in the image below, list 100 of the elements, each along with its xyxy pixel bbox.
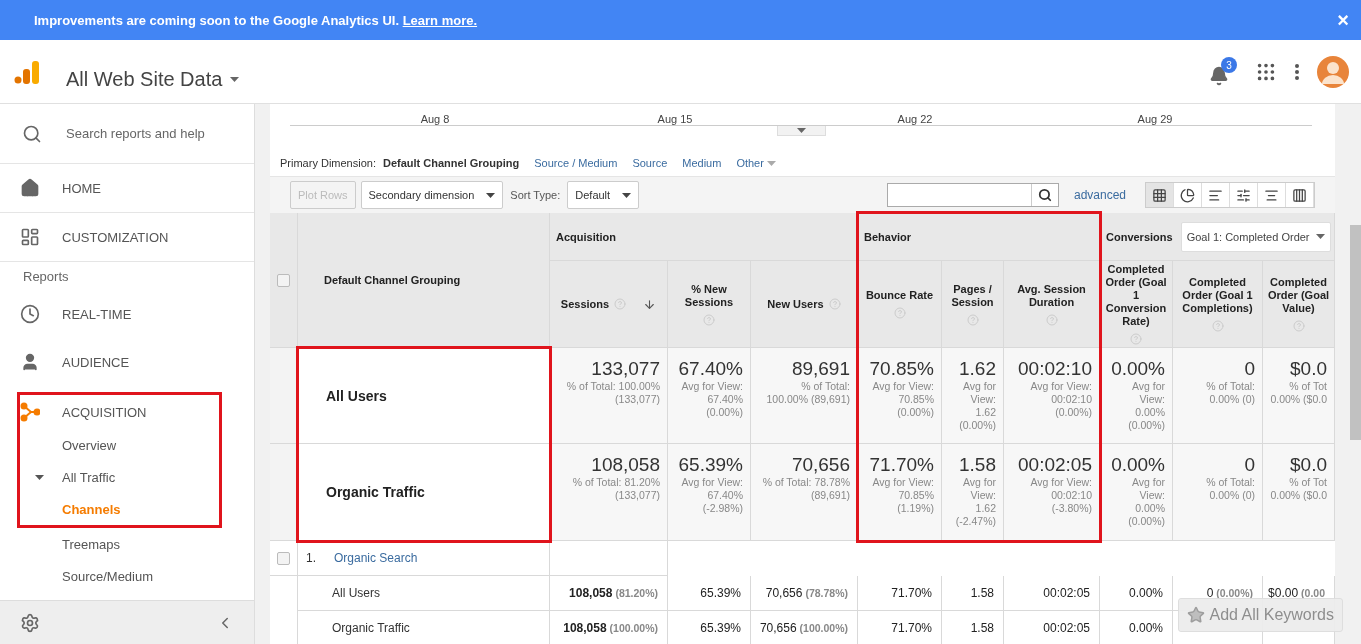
column-header[interactable]: Completed Order (Goal 1 Completions) xyxy=(1173,261,1263,348)
caret-icon xyxy=(230,77,240,82)
caret-icon xyxy=(622,192,632,198)
nav-link[interactable]: AUDIENCE xyxy=(62,354,130,370)
view-button[interactable] xyxy=(1230,183,1258,207)
dimension-link[interactable]: Source / Medium xyxy=(534,157,618,169)
table-cell: 0.00% xyxy=(1100,576,1173,611)
view-button[interactable] xyxy=(1286,183,1314,207)
dashboard-icon xyxy=(20,227,40,247)
logo-icon xyxy=(14,58,40,85)
branch-icon xyxy=(20,402,40,422)
section-label: Reports xyxy=(22,267,70,286)
table-cell: $0.0 % of Tot 0.00% ($0.0 xyxy=(1263,444,1335,541)
table-cell: 65.39% Avg for View: 67.40% (-2.98%) xyxy=(668,444,751,541)
banner-text: Improvements are coming soon to the Google Analytics UI. Learn more. xyxy=(34,12,478,28)
table-cell: 0.00% Avg for View: 0.00% (0.00%) xyxy=(1100,444,1173,541)
table-cell: 1.58 Avg for View: 1.62 (-2.47%) xyxy=(942,444,1004,541)
view-button[interactable] xyxy=(1146,183,1174,207)
nav-link[interactable]: Overview xyxy=(62,437,117,453)
sort-type-label: Sort Type: xyxy=(510,189,561,201)
table-cell: 65.39% xyxy=(668,576,751,611)
group-header: Acquisition xyxy=(550,213,858,261)
table-icon xyxy=(1152,187,1167,203)
table-cell: 0 % of Total: 0.00% (0) xyxy=(1173,348,1263,444)
column-header[interactable]: New Users xyxy=(751,261,858,348)
home-icon xyxy=(20,178,40,198)
view-button[interactable] xyxy=(1202,183,1230,207)
nav-link[interactable]: REAL-TIME xyxy=(62,306,132,322)
row-number: 1. xyxy=(306,551,316,565)
dimension-menu[interactable]: Other xyxy=(736,157,776,169)
checkbox[interactable] xyxy=(277,551,290,565)
table-cell: 108,058 % of Total: 81.20% (133,077) xyxy=(550,444,668,541)
group-header: Conversions Goal 1: Completed Order xyxy=(1100,213,1335,261)
table-cell: 1.62 Avg for View: 1.62 (0.00%) xyxy=(942,348,1004,444)
view-button[interactable] xyxy=(1258,183,1286,207)
table-search-field[interactable] xyxy=(886,183,1059,207)
nav-link[interactable]: HOME xyxy=(62,180,101,196)
close-button[interactable]: × xyxy=(1333,8,1353,32)
nav-link[interactable]: Treemaps xyxy=(62,536,121,552)
nav-link[interactable]: All Traffic xyxy=(62,469,116,485)
table-cell: 133,077 % of Total: 100.00% (133,077) xyxy=(550,348,668,444)
nav-link[interactable]: Source/Medium xyxy=(62,568,154,584)
dimension-link[interactable]: Source xyxy=(632,157,668,169)
table-cell: 0.00% Avg for View: 0.00% (0.00%) xyxy=(1100,348,1173,444)
table-cell: 70.85% Avg for View: 70.85% (0.00%) xyxy=(858,348,942,444)
table-cell: 67.40% Avg for View: 67.40% (0.00%) xyxy=(668,348,751,444)
table-cell: 71.70% xyxy=(858,576,942,611)
search-icon xyxy=(22,123,42,144)
table-cell: 00:02:10 Avg for View: 00:02:10 (0.00%) xyxy=(1004,348,1100,444)
caret-icon xyxy=(766,160,776,166)
column-header[interactable]: Pages / Session xyxy=(942,261,1004,348)
view-button[interactable] xyxy=(1174,183,1202,207)
caret-icon xyxy=(486,192,496,198)
dimension-link[interactable]: Default Channel Grouping xyxy=(382,157,520,169)
search-icon xyxy=(1037,188,1052,202)
table-cell: 108,058 (81.20%) xyxy=(550,576,668,611)
notification-badge: 3 xyxy=(1221,57,1237,73)
column-header[interactable]: Sessions xyxy=(550,261,668,348)
notifications-button[interactable]: 3 xyxy=(1209,57,1237,86)
clock-icon xyxy=(20,304,40,324)
bar-chart-icon xyxy=(1208,187,1223,203)
avatar[interactable] xyxy=(1317,55,1349,88)
checkbox[interactable] xyxy=(277,273,290,287)
nav-link[interactable]: CUSTOMIZATION xyxy=(62,229,169,245)
sliders-icon xyxy=(1236,187,1251,203)
settings-icon[interactable] xyxy=(20,612,40,633)
table-cell: All Users xyxy=(298,576,550,611)
dimension-link[interactable]: Medium xyxy=(682,157,722,169)
table-cell: 70,656 % of Total: 78.78% (89,691) xyxy=(751,444,858,541)
table-cell: 00:02:05 xyxy=(1004,576,1100,611)
column-header[interactable]: % New Sessions xyxy=(668,261,751,348)
row-link[interactable]: Organic Search xyxy=(334,551,418,565)
lines-icon xyxy=(1264,187,1279,203)
header-cell: Default Channel Grouping xyxy=(298,213,550,348)
table-cell: 71.70% Avg for View: 70.85% (1.19%) xyxy=(858,444,942,541)
column-header[interactable]: Completed Order (Goal 1 Conversion Rate) xyxy=(1100,261,1173,348)
column-header[interactable]: Completed Order (Goal Value) xyxy=(1263,261,1335,348)
table-cell: 00:02:05 Avg for View: 00:02:10 (-3.80%) xyxy=(1004,444,1100,541)
column-header[interactable]: Bounce Rate xyxy=(858,261,942,348)
axis-label: Aug 22 xyxy=(896,113,934,125)
column-header[interactable]: Avg. Session Duration xyxy=(1004,261,1100,348)
table-cell: 0 % of Total: 0.00% (0) xyxy=(1173,444,1263,541)
table-cell: 89,691 % of Total: 100.00% (89,691) xyxy=(751,348,858,444)
table-cell: 70,656 (78.78%) xyxy=(751,576,858,611)
sort-type-dropdown[interactable]: Default xyxy=(567,181,640,209)
primary-dimension-label: Primary Dimension: xyxy=(280,157,376,169)
axis-label: Aug 8 xyxy=(419,113,451,125)
collapse-chart-button[interactable] xyxy=(776,126,826,136)
learn-more-link[interactable]: Learn more. xyxy=(402,12,478,28)
advanced-link[interactable]: advanced xyxy=(1073,188,1126,202)
more-button[interactable] xyxy=(1295,63,1299,80)
table-cell: $0.0 % of Tot 0.00% ($0.0 xyxy=(1263,348,1335,444)
nav-link[interactable]: ACQUISITION xyxy=(62,404,147,420)
pie-chart-icon xyxy=(1180,187,1195,203)
property-selector[interactable]: All Web Site Data xyxy=(60,67,246,92)
goal-dropdown[interactable]: Goal 1: Completed Order xyxy=(1180,221,1331,252)
person-icon xyxy=(20,352,40,372)
axis-label: Aug 15 xyxy=(656,113,694,125)
more-icon xyxy=(1295,63,1299,80)
secondary-dimension-dropdown[interactable]: Secondary dimension xyxy=(360,181,504,209)
